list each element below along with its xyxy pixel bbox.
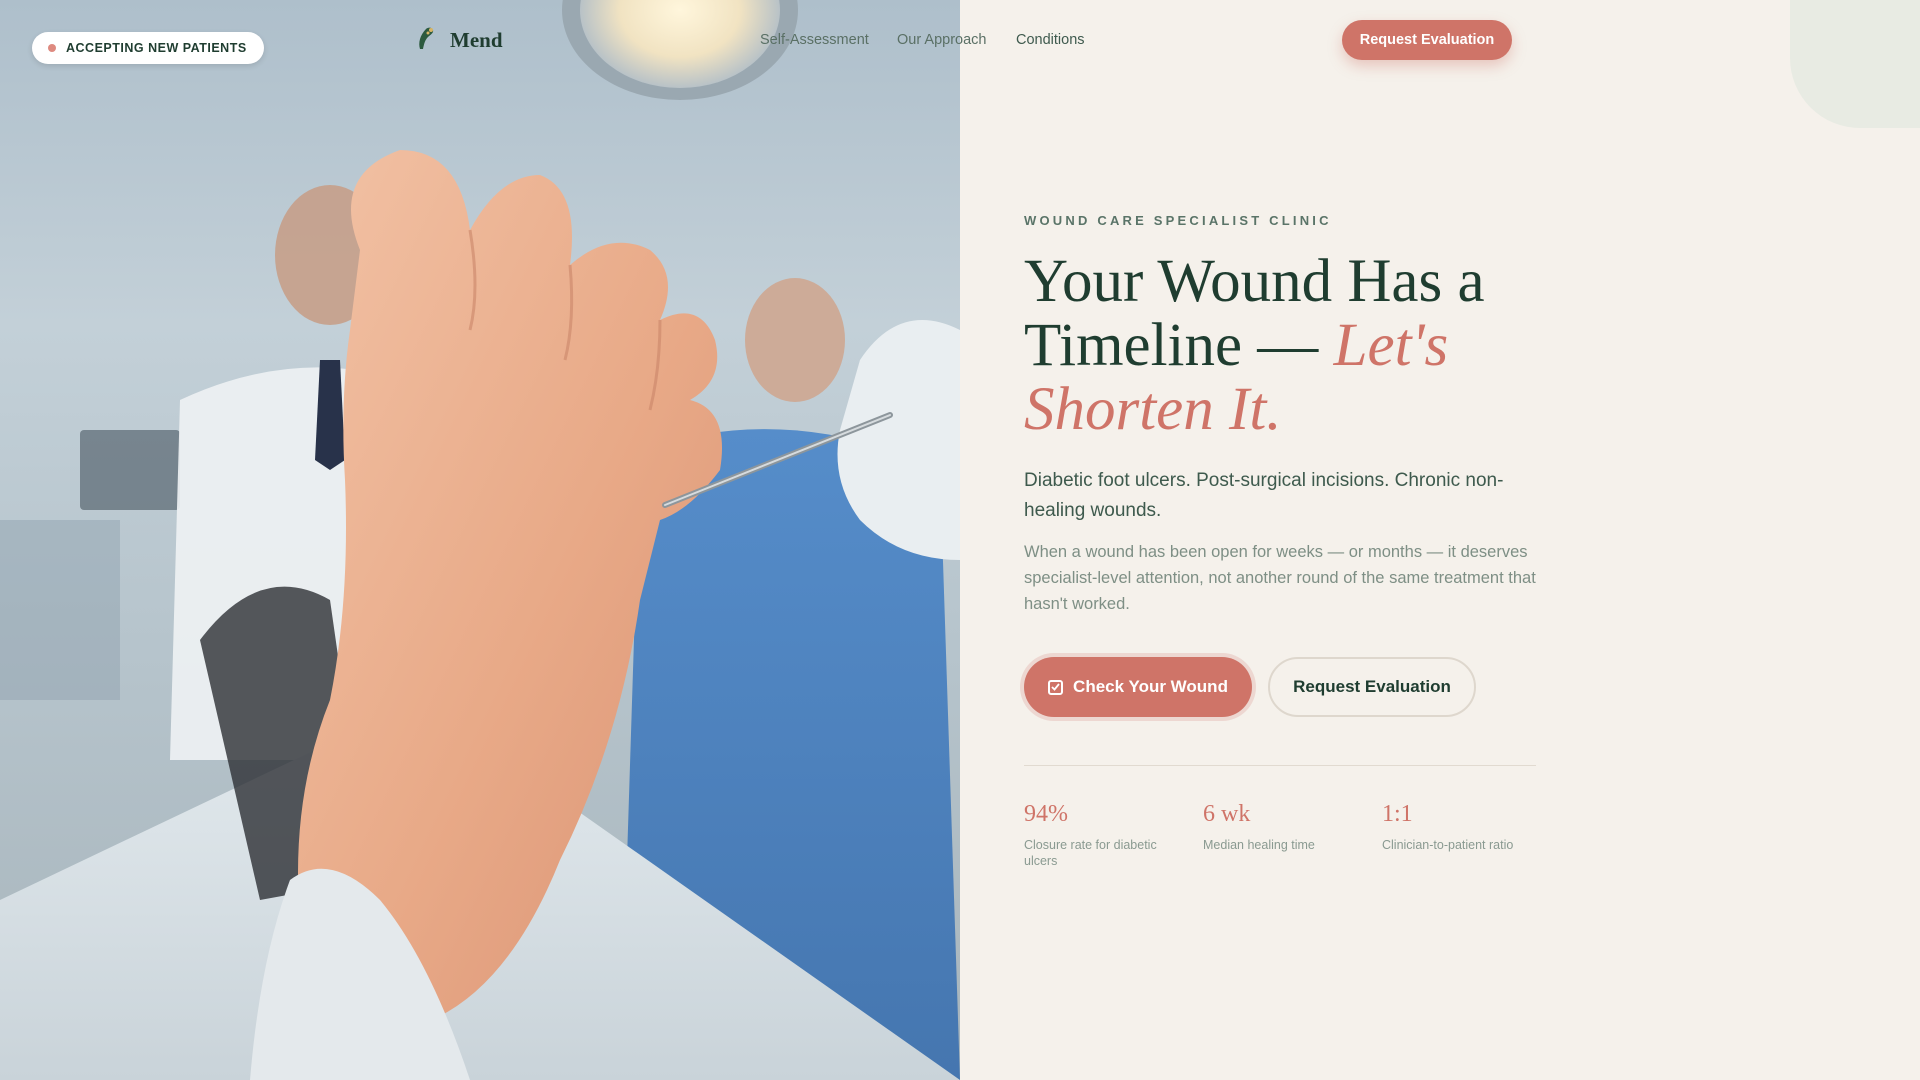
hero-eyebrow: WOUND CARE SPECIALIST CLINIC <box>1024 213 1332 228</box>
stat-value: 6 wk <box>1203 801 1251 827</box>
nav-conditions[interactable]: Conditions <box>1016 32 1085 48</box>
stat-healing-time: 6 wk Median healing time <box>1203 800 1353 853</box>
accepting-patients-badge: ACCEPTING NEW PATIENTS <box>32 32 264 64</box>
stat-closure-rate: 94% Closure rate for diabetic ulcers <box>1024 800 1174 869</box>
clinic-scene-illustration <box>0 0 960 1080</box>
checkbox-icon <box>1048 679 1064 695</box>
stat-label: Clinician-to-patient ratio <box>1382 838 1514 852</box>
nav-self-assessment[interactable]: Self-Assessment <box>760 32 869 48</box>
request-evaluation-button[interactable]: Request Evaluation <box>1268 657 1476 717</box>
status-dot-icon <box>48 44 56 52</box>
stat-clinician-ratio: 1:1 Clinician-to-patient ratio <box>1382 800 1532 853</box>
stats-divider <box>1024 765 1536 766</box>
hero-headline: Your Wound Has a Timeline — Let's Shorte… <box>1024 250 1544 442</box>
brand-name: Mend <box>450 27 503 52</box>
leaf-foot-icon <box>414 25 438 56</box>
stat-label: Median healing time <box>1203 838 1315 852</box>
hero-lead: Diabetic foot ulcers. Post-surgical inci… <box>1024 470 1504 521</box>
check-wound-label: Check Your Wound <box>1073 677 1228 696</box>
hero-body: When a wound has been open for weeks — o… <box>1024 543 1536 613</box>
stat-label: Closure rate for diabetic ulcers <box>1024 838 1157 868</box>
check-wound-button[interactable]: Check Your Wound <box>1024 657 1252 717</box>
nav-our-approach[interactable]: Our Approach <box>897 32 986 48</box>
brand-logo[interactable]: Mend <box>414 24 503 56</box>
stat-value: 1:1 <box>1382 801 1413 827</box>
nav-request-evaluation-button[interactable]: Request Evaluation <box>1342 20 1512 60</box>
badge-label: ACCEPTING NEW PATIENTS <box>66 41 247 55</box>
stat-value: 94% <box>1024 801 1068 827</box>
corner-decoration <box>1790 0 1920 128</box>
hero-photo <box>0 0 960 1080</box>
